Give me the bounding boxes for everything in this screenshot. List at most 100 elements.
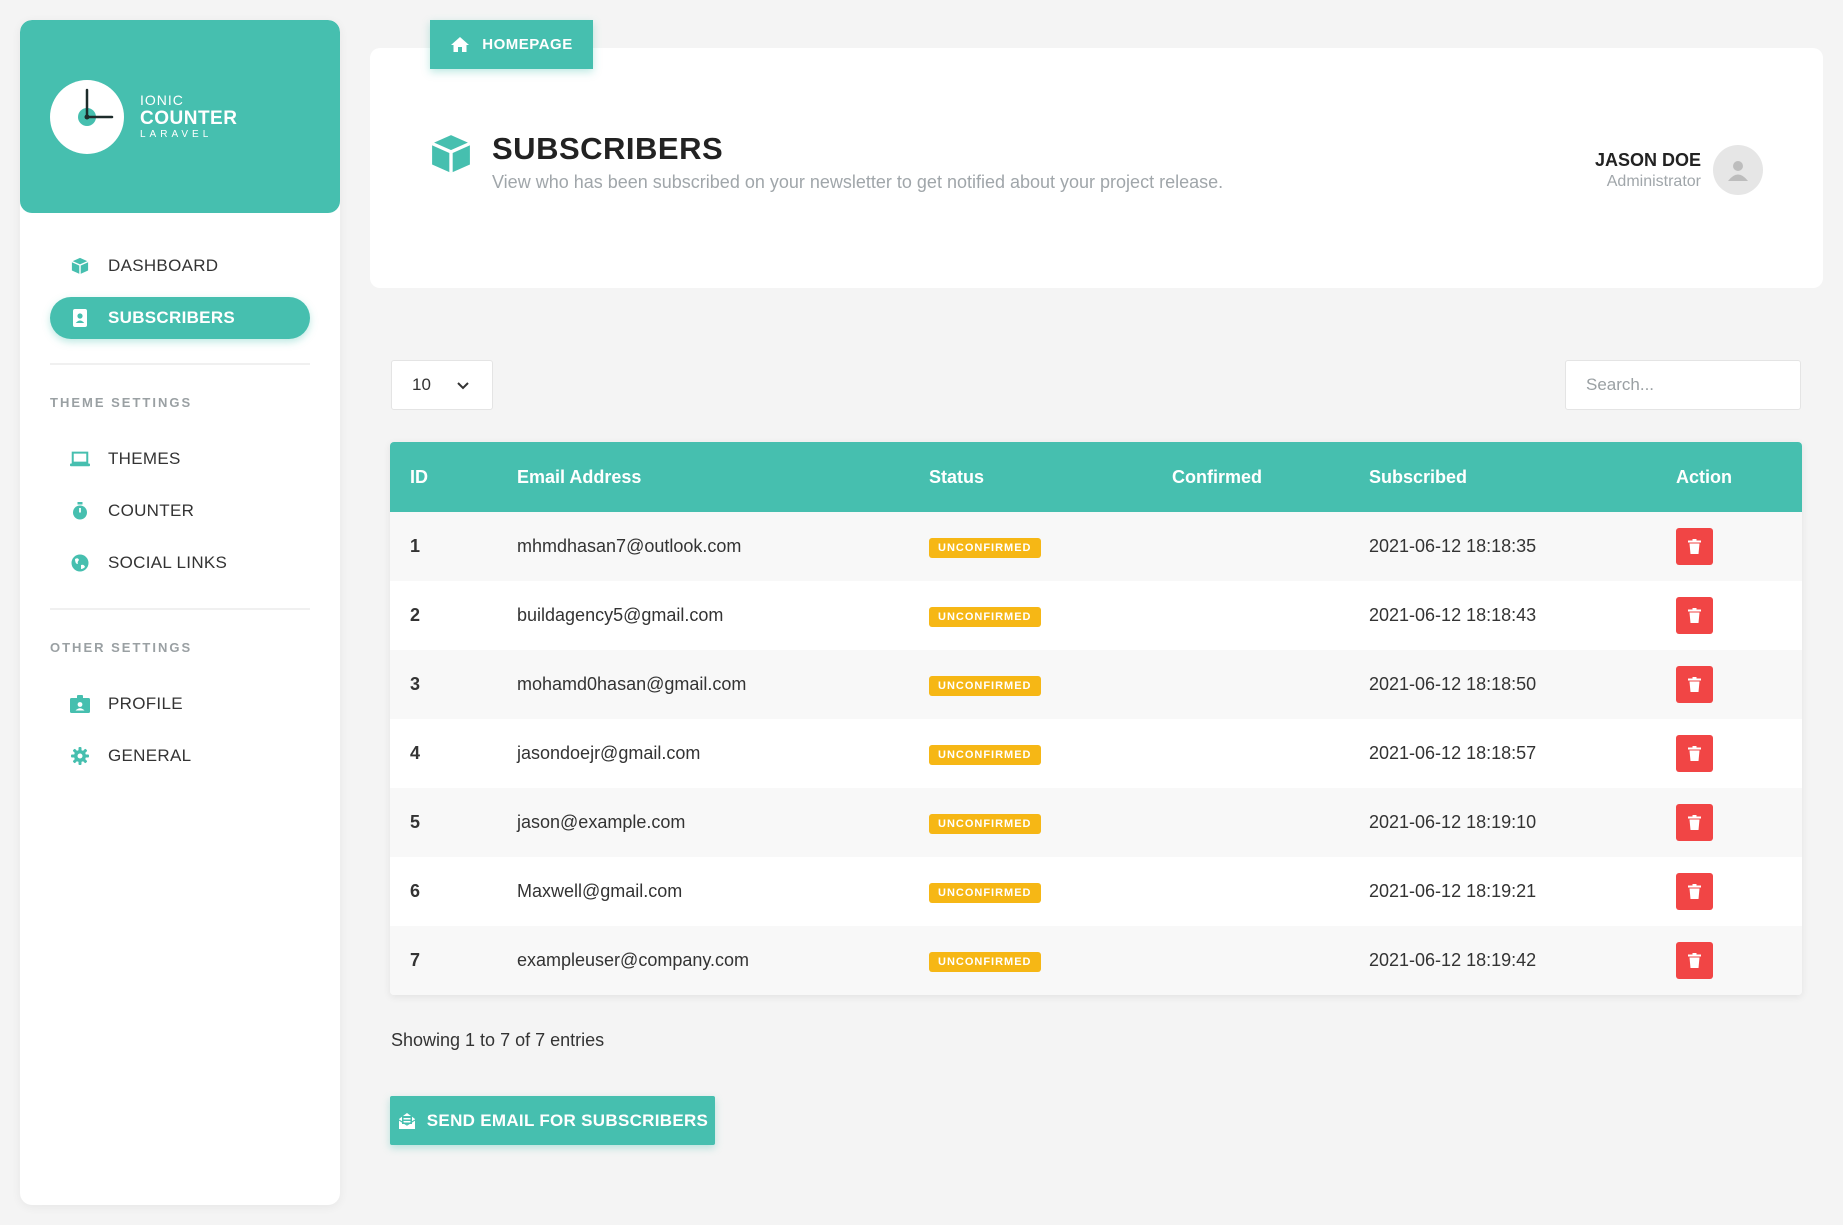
cell-id: 5 xyxy=(410,812,421,832)
trash-icon xyxy=(1688,953,1701,968)
sidebar-item-label: THEMES xyxy=(108,449,181,468)
brand-line2: COUNTER xyxy=(140,108,238,129)
sidebar-item-subscribers[interactable]: SUBSCRIBERS xyxy=(50,297,310,339)
sidebar-item-themes[interactable]: THEMES xyxy=(50,438,310,480)
section-other-settings: OTHER SETTINGS xyxy=(50,640,193,655)
delete-button[interactable] xyxy=(1676,804,1713,841)
delete-button[interactable] xyxy=(1676,942,1713,979)
cell-id: 4 xyxy=(410,743,421,763)
homepage-button-label: HOMEPAGE xyxy=(482,36,573,53)
page-heading: SUBSCRIBERS View who has been subscribed… xyxy=(430,133,1223,193)
cell-confirmed xyxy=(1172,857,1369,926)
cell-subscribed: 2021-06-12 18:18:43 xyxy=(1369,605,1537,625)
delete-button[interactable] xyxy=(1676,666,1713,703)
column-header-email[interactable]: Email Address xyxy=(517,442,929,512)
cell-confirmed xyxy=(1172,719,1369,788)
divider xyxy=(50,608,310,610)
cell-id: 2 xyxy=(410,605,421,625)
brand-line3: LARAVEL xyxy=(140,129,213,140)
sidebar-item-profile[interactable]: PROFILE xyxy=(50,683,310,725)
status-badge: UNCONFIRMED xyxy=(929,538,1041,558)
column-header-status[interactable]: Status xyxy=(929,442,1172,512)
cell-subscribed: 2021-06-12 18:18:35 xyxy=(1369,536,1537,556)
trash-icon xyxy=(1688,815,1701,830)
user-info: JASON DOE Administrator xyxy=(1595,150,1701,191)
cell-id: 7 xyxy=(410,950,421,970)
delete-button[interactable] xyxy=(1676,597,1713,634)
brand-header: IONIC COUNTER LARAVEL xyxy=(20,20,340,213)
page-length-select[interactable]: 10 xyxy=(391,360,493,410)
table-row: 3 mohamd0hasan@gmail.com UNCONFIRMED 202… xyxy=(390,650,1802,719)
id-badge-icon xyxy=(70,694,90,714)
cell-email: mhmdhasan7@outlook.com xyxy=(517,536,742,556)
cell-subscribed: 2021-06-12 18:19:10 xyxy=(1369,812,1537,832)
sidebar-item-label: COUNTER xyxy=(108,501,195,520)
sidebar-nav: DASHBOARD SUBSCRIBERS THEME SETTINGS THE… xyxy=(50,245,310,787)
table-row: 2 buildagency5@gmail.com UNCONFIRMED 202… xyxy=(390,581,1802,650)
cell-email: jason@example.com xyxy=(517,812,686,832)
stopwatch-icon xyxy=(70,501,90,521)
envelope-open-icon xyxy=(397,1112,417,1130)
brand-text: IONIC COUNTER LARAVEL xyxy=(140,93,237,140)
send-email-button[interactable]: SEND EMAIL FOR SUBSCRIBERS xyxy=(390,1096,715,1145)
cell-confirmed xyxy=(1172,650,1369,719)
cell-subscribed: 2021-06-12 18:18:50 xyxy=(1369,674,1537,694)
trash-icon xyxy=(1688,608,1701,623)
status-badge: UNCONFIRMED xyxy=(929,676,1041,696)
sidebar-item-social-links[interactable]: SOCIAL LINKS xyxy=(50,542,310,584)
table-row: 6 Maxwell@gmail.com UNCONFIRMED 2021-06-… xyxy=(390,857,1802,926)
user-name: JASON DOE xyxy=(1594,149,1701,170)
user-menu[interactable]: JASON DOE Administrator xyxy=(1595,145,1763,195)
table-row: 4 jasondoejr@gmail.com UNCONFIRMED 2021-… xyxy=(390,719,1802,788)
sidebar-item-label: GENERAL xyxy=(108,746,192,765)
clock-logo-icon xyxy=(50,80,124,154)
trash-icon xyxy=(1688,746,1701,761)
cell-id: 6 xyxy=(410,881,421,901)
brand-line1: IONIC xyxy=(140,92,184,108)
trash-icon xyxy=(1688,677,1701,692)
page-subtitle: View who has been subscribed on your new… xyxy=(492,172,1224,192)
column-header-id[interactable]: ID xyxy=(390,442,517,512)
cell-confirmed xyxy=(1172,581,1369,650)
cube-icon xyxy=(70,256,90,276)
sidebar-item-general[interactable]: GENERAL xyxy=(50,735,310,777)
homepage-button[interactable]: HOMEPAGE xyxy=(430,20,593,69)
delete-button[interactable] xyxy=(1676,528,1713,565)
delete-button[interactable] xyxy=(1676,873,1713,910)
sidebar-item-label: PROFILE xyxy=(108,694,183,713)
search-input[interactable] xyxy=(1565,360,1801,410)
table-header-row: ID Email Address Status Confirmed Subscr… xyxy=(390,442,1802,512)
chevron-down-icon xyxy=(456,378,470,398)
send-email-button-label: SEND EMAIL FOR SUBSCRIBERS xyxy=(426,1110,709,1130)
status-badge: UNCONFIRMED xyxy=(929,745,1041,765)
cell-subscribed: 2021-06-12 18:19:42 xyxy=(1369,950,1537,970)
avatar[interactable] xyxy=(1713,145,1763,195)
status-badge: UNCONFIRMED xyxy=(929,814,1041,834)
column-header-confirmed[interactable]: Confirmed xyxy=(1172,442,1369,512)
cell-email: buildagency5@gmail.com xyxy=(517,605,724,625)
sidebar-item-label: DASHBOARD xyxy=(108,256,219,275)
cell-id: 1 xyxy=(410,536,421,556)
sidebar-item-label: SUBSCRIBERS xyxy=(108,308,236,327)
user-role: Administrator xyxy=(1606,172,1701,190)
column-header-subscribed[interactable]: Subscribed xyxy=(1369,442,1676,512)
table-row: 1 mhmdhasan7@outlook.com UNCONFIRMED 202… xyxy=(390,512,1802,581)
table-row: 5 jason@example.com UNCONFIRMED 2021-06-… xyxy=(390,788,1802,857)
page-title: SUBSCRIBERS xyxy=(492,131,724,166)
status-badge: UNCONFIRMED xyxy=(929,952,1041,972)
cell-subscribed: 2021-06-12 18:19:21 xyxy=(1369,881,1537,901)
cell-email: jasondoejr@gmail.com xyxy=(517,743,701,763)
divider xyxy=(50,363,310,365)
table-row: 7 exampleuser@company.com UNCONFIRMED 20… xyxy=(390,926,1802,995)
cell-confirmed xyxy=(1172,926,1369,995)
globe-icon xyxy=(70,553,90,573)
sidebar-item-counter[interactable]: COUNTER xyxy=(50,490,310,532)
trash-icon xyxy=(1688,884,1701,899)
table-info: Showing 1 to 7 of 7 entries xyxy=(391,1030,605,1050)
section-theme-settings: THEME SETTINGS xyxy=(50,395,193,410)
delete-button[interactable] xyxy=(1676,735,1713,772)
cell-email: mohamd0hasan@gmail.com xyxy=(517,674,747,694)
sidebar-item-dashboard[interactable]: DASHBOARD xyxy=(50,245,310,287)
cell-confirmed xyxy=(1172,788,1369,857)
laptop-icon xyxy=(70,449,90,469)
